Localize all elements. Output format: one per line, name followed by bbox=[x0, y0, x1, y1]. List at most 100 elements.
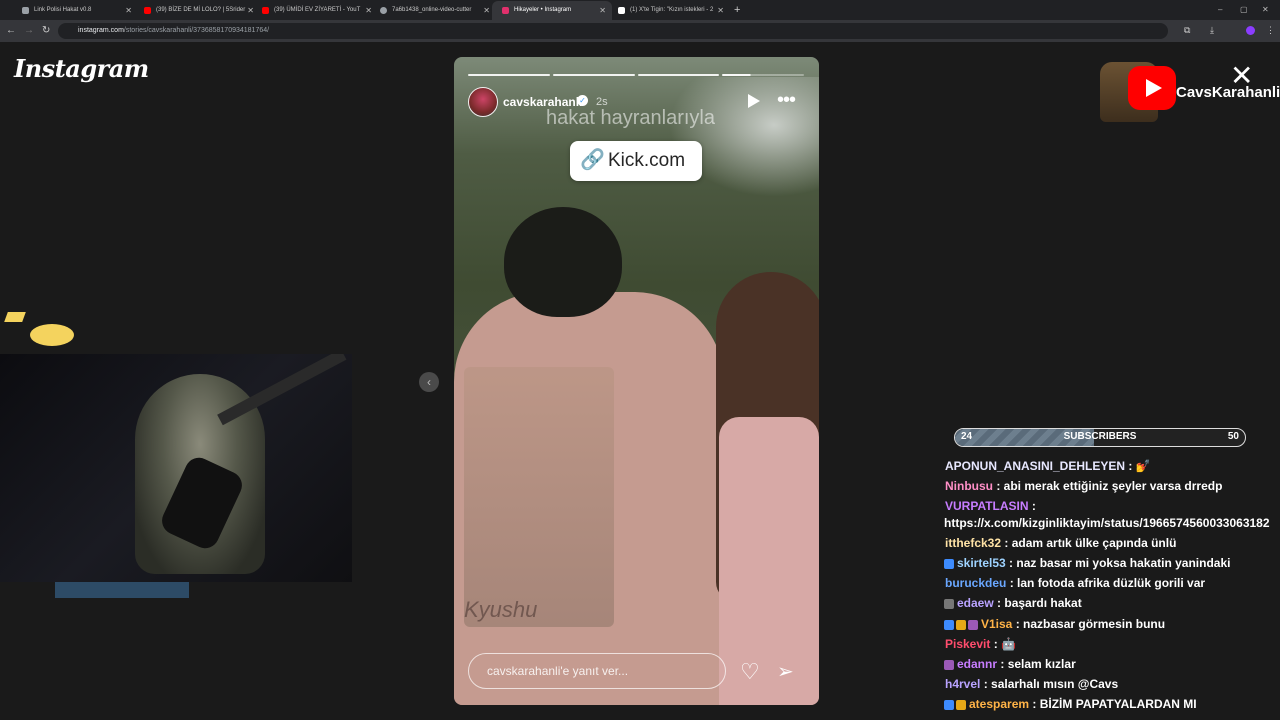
chat-username[interactable]: APONUN_ANASINI_DEHLEYEN bbox=[945, 459, 1125, 473]
verified-icon: ✓ bbox=[577, 95, 588, 106]
tab-title: (39) ÜMİDİ EV ZİYARETİ - YouT bbox=[274, 7, 361, 13]
address-bar[interactable]: instagram.com/stories/cavskarahanli/3736… bbox=[58, 23, 1168, 39]
tab-close-icon[interactable]: ✕ bbox=[717, 1, 724, 20]
webcam-strip bbox=[55, 582, 189, 598]
chat-badges bbox=[944, 597, 956, 612]
chat-badges bbox=[944, 698, 968, 713]
chat-message: APONUN_ANASINI_DEHLEYEN : 💅 bbox=[944, 459, 1280, 474]
browser-tab[interactable]: (39) ÜMİDİ EV ZİYARETİ - YouT ✕ bbox=[252, 1, 378, 20]
chat-badge-icon bbox=[944, 619, 954, 630]
globe-icon bbox=[380, 7, 387, 14]
maximize-button[interactable]: ▢ bbox=[1240, 0, 1248, 20]
instagram-logo[interactable]: Instagram bbox=[14, 54, 149, 83]
progress-segment bbox=[468, 74, 550, 76]
extensions-icon[interactable]: ⧉ bbox=[1184, 25, 1190, 36]
chat-badge-icon bbox=[944, 599, 954, 610]
chat-message: edannr : selam kızlar bbox=[944, 657, 1280, 672]
profile-avatar[interactable] bbox=[1246, 26, 1255, 35]
play-icon[interactable] bbox=[748, 94, 760, 108]
reload-icon[interactable]: ↻ bbox=[42, 23, 50, 39]
story-person-top bbox=[719, 417, 819, 705]
chat-username[interactable]: atesparem bbox=[969, 697, 1029, 711]
chat-text: : lan fotoda afrika düzlük gorili var bbox=[1009, 576, 1206, 591]
chat-username[interactable]: edaew bbox=[957, 596, 994, 610]
browser-tab[interactable]: (1) X'te Tigin: "Kızın istekleri - 2 ✕ bbox=[608, 1, 730, 20]
tab-close-icon[interactable]: ✕ bbox=[599, 1, 606, 20]
instagram-story-viewer: Instagram ‹ Kyushu cavskarahanli ✓ 2s ••… bbox=[0, 42, 1280, 720]
chat-text: : naz basar mi yoksa hakatin yanindaki bbox=[1009, 556, 1231, 570]
chat-message: itthefck32 : adam artık ülke çapında ünl… bbox=[944, 536, 1280, 551]
progress-segment-current bbox=[722, 74, 804, 76]
tab-title: (1) X'te Tigin: "Kızın istekleri - 2 bbox=[630, 7, 714, 13]
previous-story-button[interactable]: ‹ bbox=[419, 372, 439, 392]
subscriber-goal: 50 bbox=[1227, 431, 1239, 442]
chat-badge-icon bbox=[944, 700, 954, 711]
chat-message: V1isa : nazbasar görmesin bunu bbox=[944, 617, 1280, 632]
link-sticker[interactable]: 🔗 Kick.com bbox=[570, 141, 702, 181]
url-host: instagram.com bbox=[78, 27, 124, 34]
chat-text: : 🤖 bbox=[993, 636, 1016, 651]
chat-text: : adam artık ülke çapında ünlü bbox=[1004, 536, 1177, 550]
chat-username[interactable]: itthefck32 bbox=[945, 536, 1001, 550]
link-icon: 🔗 bbox=[580, 149, 605, 171]
x-logo-icon bbox=[618, 7, 625, 14]
chat-message: skirtel53 : naz basar mi yoksa hakatin y… bbox=[944, 556, 1280, 571]
minimize-button[interactable]: – bbox=[1218, 0, 1222, 20]
youtube-icon bbox=[1128, 66, 1176, 110]
chat-message: edaew : başardı hakat bbox=[944, 596, 1280, 611]
chat-username[interactable]: skirtel53 bbox=[957, 556, 1006, 570]
chat-badges bbox=[944, 617, 980, 632]
chat-badge-icon bbox=[956, 619, 966, 630]
chat-badge-icon bbox=[944, 559, 954, 570]
more-options-icon[interactable]: ••• bbox=[777, 89, 796, 112]
forward-icon[interactable]: → bbox=[24, 23, 34, 39]
chat-text: : abi merak ettiğiniz şeyler varsa drred… bbox=[996, 479, 1223, 493]
chat-username[interactable]: Ninbusu bbox=[945, 479, 993, 493]
progress-segment bbox=[552, 74, 635, 76]
pikachu-body bbox=[30, 324, 74, 346]
chat-text: : nazbasar görmesin bunu bbox=[1015, 616, 1166, 631]
chat-username[interactable]: h4rvel bbox=[945, 677, 980, 691]
tab-title: 7a6b1438_online-video-cutter bbox=[392, 7, 472, 13]
story-avatar[interactable] bbox=[468, 87, 498, 117]
tab-close-icon[interactable]: ✕ bbox=[483, 1, 490, 20]
close-window-button[interactable]: ✕ bbox=[1262, 0, 1269, 20]
story-card[interactable]: Kyushu cavskarahanli ✓ 2s ••• hakat hayr… bbox=[454, 57, 819, 705]
chat-username[interactable]: VURPATLASIN bbox=[945, 499, 1029, 513]
story-person-head bbox=[504, 207, 622, 317]
channel-name: CavsKarahanli bbox=[1176, 84, 1280, 101]
browser-tab-bar: Link Polisi Hakat v0.8 ✕ (39) BİZE DE Mİ… bbox=[0, 0, 1280, 20]
chat-message: VURPATLASIN : bbox=[944, 499, 1280, 514]
story-shirt-print bbox=[464, 367, 614, 627]
story-overlay-text: hakat hayranlarıyla bbox=[546, 107, 715, 129]
download-icon[interactable]: ⤓ bbox=[1210, 25, 1214, 36]
chat-badge-icon bbox=[956, 700, 966, 711]
webcam-feed bbox=[0, 354, 352, 582]
chat-message: Ninbusu : abi merak ettiğiniz şeyler var… bbox=[944, 479, 1280, 494]
story-progress-bar bbox=[468, 74, 804, 76]
browser-tab[interactable]: (39) BİZE DE Mİ LOLO? | 5Srider ✕ bbox=[134, 1, 260, 20]
new-tab-button[interactable]: + bbox=[734, 1, 740, 19]
chat-badges bbox=[944, 657, 956, 672]
chat-username[interactable]: V1isa bbox=[981, 617, 1012, 631]
youtube-icon bbox=[262, 7, 269, 14]
instagram-icon bbox=[502, 7, 509, 14]
menu-icon[interactable]: ⋮ bbox=[1266, 25, 1275, 36]
chat-message: buruckdeu : lan fotoda afrika düzlük gor… bbox=[944, 576, 1280, 591]
url-path: /stories/cavskarahanli/37368581709341817… bbox=[123, 27, 270, 34]
tab-close-icon[interactable]: ✕ bbox=[125, 1, 132, 20]
chat-badge-icon bbox=[968, 619, 978, 630]
browser-tab[interactable]: Link Polisi Hakat v0.8 ✕ bbox=[12, 1, 138, 20]
browser-tab-active[interactable]: Hikayeler • Instagram ✕ bbox=[492, 1, 612, 20]
story-reply-input[interactable]: cavskarahanli'e yanıt ver... bbox=[468, 653, 726, 689]
heart-icon[interactable]: ♡ bbox=[740, 661, 760, 683]
browser-tab[interactable]: 7a6b1438_online-video-cutter ✕ bbox=[370, 1, 496, 20]
channel-badge: CavsKarahanli bbox=[1100, 62, 1280, 124]
chat-username[interactable]: edannr bbox=[957, 657, 997, 671]
youtube-icon bbox=[144, 7, 151, 14]
chat-username[interactable]: Piskevit bbox=[945, 637, 990, 651]
send-icon[interactable]: ➢ bbox=[777, 661, 794, 683]
tab-favicon bbox=[22, 7, 29, 14]
chat-username[interactable]: buruckdeu bbox=[945, 576, 1006, 590]
back-icon[interactable]: ← bbox=[6, 23, 16, 39]
